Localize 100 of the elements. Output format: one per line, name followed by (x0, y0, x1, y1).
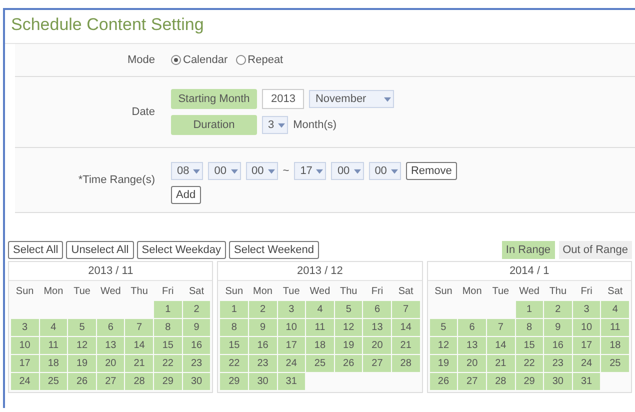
day-cell[interactable]: 22 (154, 355, 182, 372)
time-dropdown[interactable]: 08 (171, 162, 204, 180)
day-cell[interactable]: 6 (363, 301, 392, 318)
select-button[interactable]: Select Weekday (136, 241, 226, 259)
day-cell[interactable]: 27 (363, 355, 392, 372)
day-cell[interactable]: 13 (363, 319, 392, 336)
day-cell[interactable]: 26 (334, 355, 362, 372)
time-dropdown[interactable]: 00 (331, 162, 364, 180)
day-cell[interactable]: 3 (278, 301, 306, 318)
time-dropdown[interactable]: 00 (246, 162, 278, 180)
day-cell[interactable]: 26 (430, 373, 458, 390)
day-cell[interactable]: 20 (363, 337, 392, 354)
day-cell[interactable]: 31 (278, 373, 306, 390)
day-cell[interactable]: 23 (544, 355, 572, 372)
day-cell[interactable]: 18 (306, 337, 334, 354)
day-cell[interactable]: 25 (601, 355, 629, 372)
day-cell[interactable]: 4 (306, 301, 334, 318)
day-cell[interactable]: 10 (572, 319, 600, 336)
day-cell[interactable]: 30 (544, 373, 572, 390)
day-cell[interactable]: 14 (125, 337, 154, 354)
day-cell[interactable]: 20 (96, 355, 124, 372)
time-dropdown[interactable]: 00 (368, 162, 401, 180)
day-cell[interactable]: 11 (601, 319, 629, 336)
day-cell[interactable]: 9 (248, 319, 277, 336)
day-cell[interactable]: 7 (486, 319, 514, 336)
day-cell[interactable]: 9 (182, 319, 210, 336)
day-cell[interactable]: 6 (96, 319, 124, 336)
day-cell[interactable]: 17 (11, 355, 39, 372)
day-cell[interactable]: 10 (278, 319, 306, 336)
day-cell[interactable]: 5 (334, 301, 362, 318)
day-cell[interactable]: 7 (125, 319, 154, 336)
day-cell[interactable]: 11 (306, 319, 334, 336)
day-cell[interactable]: 16 (248, 337, 277, 354)
day-cell[interactable]: 5 (430, 319, 458, 336)
day-cell[interactable]: 14 (392, 319, 420, 336)
remove-button[interactable]: Remove (406, 162, 457, 180)
day-cell[interactable]: 8 (516, 319, 544, 336)
day-cell[interactable]: 8 (220, 319, 248, 336)
day-cell[interactable]: 19 (430, 355, 458, 372)
day-cell[interactable]: 16 (544, 337, 572, 354)
day-cell[interactable]: 17 (572, 337, 600, 354)
day-cell[interactable]: 19 (68, 355, 96, 372)
day-cell[interactable]: 20 (458, 355, 486, 372)
month-dropdown[interactable]: November (309, 90, 394, 108)
day-cell[interactable]: 21 (486, 355, 514, 372)
day-cell[interactable]: 12 (430, 337, 458, 354)
day-cell[interactable]: 8 (154, 319, 182, 336)
day-cell[interactable]: 26 (68, 373, 96, 390)
day-cell[interactable]: 2 (248, 301, 277, 318)
day-cell[interactable]: 11 (40, 337, 68, 354)
time-dropdown[interactable]: 00 (208, 162, 240, 180)
day-cell[interactable]: 28 (486, 373, 514, 390)
day-cell[interactable]: 1 (516, 301, 544, 318)
day-cell[interactable]: 13 (458, 337, 486, 354)
day-cell[interactable]: 13 (96, 337, 124, 354)
day-cell[interactable]: 5 (68, 319, 96, 336)
day-cell[interactable]: 6 (458, 319, 486, 336)
day-cell[interactable]: 7 (392, 301, 420, 318)
day-cell[interactable]: 22 (516, 355, 544, 372)
day-cell[interactable]: 24 (11, 373, 39, 390)
day-cell[interactable]: 12 (68, 337, 96, 354)
day-cell[interactable]: 29 (220, 373, 248, 390)
day-cell[interactable]: 21 (392, 337, 420, 354)
day-cell[interactable]: 29 (154, 373, 182, 390)
day-cell[interactable]: 29 (516, 373, 544, 390)
day-cell[interactable]: 3 (572, 301, 600, 318)
day-cell[interactable]: 31 (572, 373, 600, 390)
select-button[interactable]: Select Weekend (229, 241, 319, 259)
day-cell[interactable]: 15 (154, 337, 182, 354)
duration-dropdown[interactable]: 3 (262, 116, 288, 134)
day-cell[interactable]: 28 (125, 373, 154, 390)
add-button[interactable]: Add (171, 186, 201, 204)
select-button[interactable]: Unselect All (66, 241, 134, 259)
day-cell[interactable]: 24 (278, 355, 306, 372)
select-button[interactable]: Select All (8, 241, 64, 259)
day-cell[interactable]: 18 (40, 355, 68, 372)
day-cell[interactable]: 15 (516, 337, 544, 354)
day-cell[interactable]: 3 (11, 319, 39, 336)
day-cell[interactable]: 27 (458, 373, 486, 390)
day-cell[interactable]: 25 (306, 355, 334, 372)
day-cell[interactable]: 15 (220, 337, 248, 354)
radio-option[interactable]: Repeat (236, 54, 284, 66)
day-cell[interactable]: 30 (182, 373, 210, 390)
day-cell[interactable]: 9 (544, 319, 572, 336)
day-cell[interactable]: 17 (278, 337, 306, 354)
day-cell[interactable]: 30 (248, 373, 277, 390)
day-cell[interactable]: 16 (182, 337, 210, 354)
radio-option[interactable]: Calendar (171, 54, 228, 66)
day-cell[interactable]: 1 (220, 301, 248, 318)
day-cell[interactable]: 14 (486, 337, 514, 354)
year-input[interactable]: 2013 (262, 89, 304, 109)
day-cell[interactable]: 23 (182, 355, 210, 372)
time-dropdown[interactable]: 17 (294, 162, 326, 180)
day-cell[interactable]: 28 (392, 355, 420, 372)
day-cell[interactable]: 12 (334, 319, 362, 336)
day-cell[interactable]: 18 (601, 337, 629, 354)
day-cell[interactable]: 4 (601, 301, 629, 318)
day-cell[interactable]: 19 (334, 337, 362, 354)
day-cell[interactable]: 2 (544, 301, 572, 318)
day-cell[interactable]: 22 (220, 355, 248, 372)
